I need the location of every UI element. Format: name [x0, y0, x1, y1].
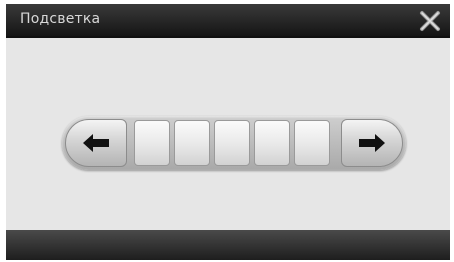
level-segments	[134, 120, 338, 166]
close-icon	[420, 11, 440, 31]
content-area	[6, 38, 450, 230]
backlight-dialog: Подсветка	[6, 4, 450, 260]
decrease-button[interactable]	[65, 119, 127, 167]
arrow-left-icon	[83, 134, 109, 152]
bottom-bar	[6, 230, 450, 260]
arrow-right-icon	[359, 134, 385, 152]
level-segment-3[interactable]	[214, 120, 250, 166]
dialog-title: Подсветка	[20, 11, 101, 27]
title-bar: Подсветка	[6, 4, 450, 38]
level-segment-2[interactable]	[174, 120, 210, 166]
level-segment-5[interactable]	[294, 120, 330, 166]
backlight-level-control	[62, 116, 406, 170]
level-segment-1[interactable]	[134, 120, 170, 166]
close-button[interactable]	[416, 7, 444, 35]
level-segment-4[interactable]	[254, 120, 290, 166]
increase-button[interactable]	[341, 119, 403, 167]
